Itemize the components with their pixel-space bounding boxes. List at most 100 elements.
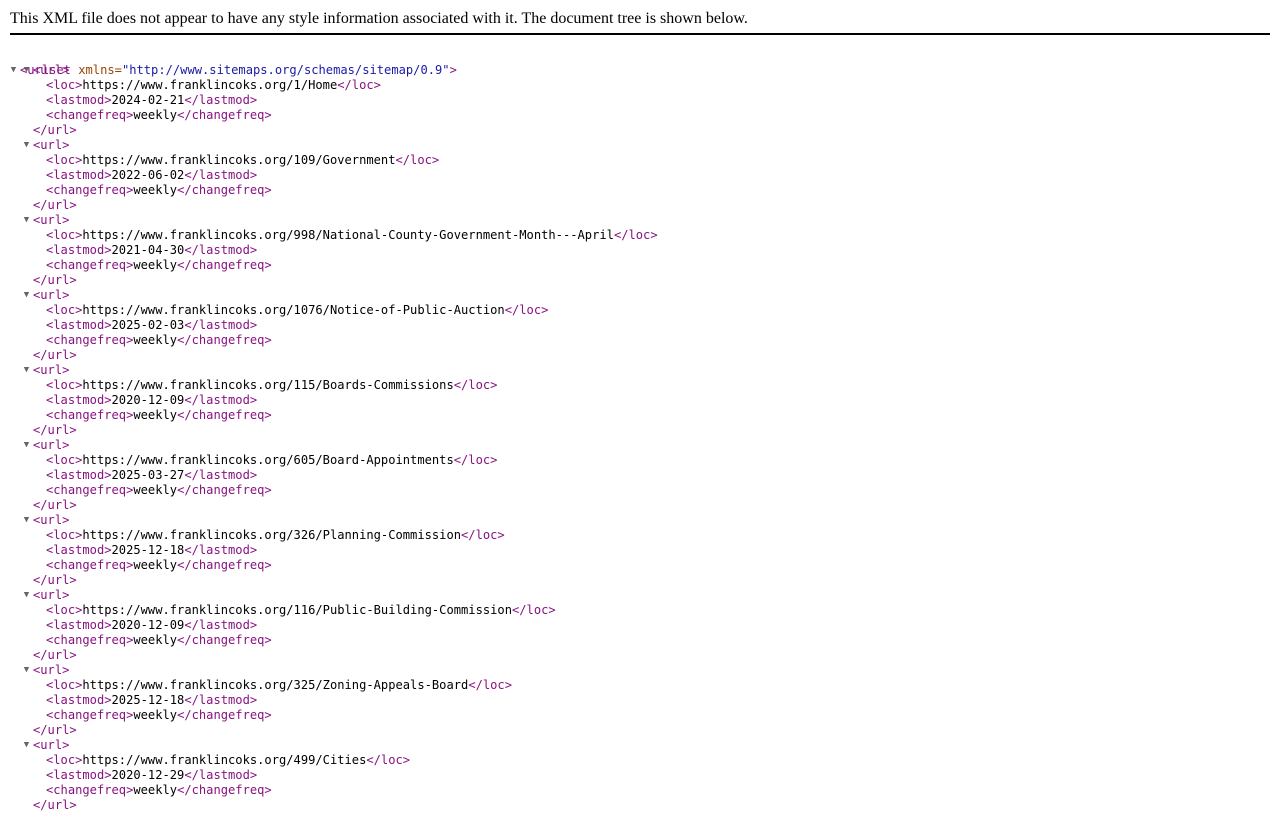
url-open-tag: <url> xyxy=(33,663,70,677)
changefreq-value: weekly xyxy=(133,333,178,347)
loc-value: https://www.franklincoks.org/605/Board-A… xyxy=(82,453,454,467)
collapse-url-toggle-icon[interactable]: ▼ xyxy=(22,63,31,78)
loc-open-tag: <loc> xyxy=(46,228,83,242)
xml-document-tree: ▼ <urlset xmlns="http://www.sitemaps.org/… xyxy=(0,48,1280,813)
changefreq-value: weekly xyxy=(133,558,178,572)
changefreq-open-tag: <changefreq> xyxy=(46,783,134,797)
changefreq-line: <changefreq>weekly</changefreq> xyxy=(0,408,1280,423)
loc-open-tag: <loc> xyxy=(46,453,83,467)
loc-open-tag: <loc> xyxy=(46,603,83,617)
url-close-tag: </url> xyxy=(33,273,77,287)
loc-value: https://www.franklincoks.org/326/Plannin… xyxy=(82,528,462,542)
lastmod-close-tag: </lastmod> xyxy=(184,693,258,707)
lastmod-open-tag: <lastmod> xyxy=(46,93,112,107)
url-close-tag: </url> xyxy=(33,198,77,212)
lastmod-close-tag: </lastmod> xyxy=(184,618,258,632)
loc-value: https://www.franklincoks.org/115/Boards-… xyxy=(82,378,454,392)
url-close-line: </url> xyxy=(0,723,1280,738)
url-open-line: ▼ <url> xyxy=(0,738,1280,753)
url-open-tag: <url> xyxy=(33,438,70,452)
lastmod-line: <lastmod>2020-12-09</lastmod> xyxy=(0,393,1280,408)
lastmod-value: 2025-02-03 xyxy=(111,318,185,332)
loc-open-tag: <loc> xyxy=(46,528,83,542)
changefreq-close-tag: </changefreq> xyxy=(177,483,272,497)
changefreq-value: weekly xyxy=(133,633,178,647)
lastmod-line: <lastmod>2025-03-27</lastmod> xyxy=(0,468,1280,483)
collapse-url-toggle-icon[interactable]: ▼ xyxy=(22,363,31,378)
url-open-line: ▼ <url> xyxy=(0,213,1280,228)
url-open-line: ▼ <url> xyxy=(0,438,1280,453)
url-open-line: ▼ <url> xyxy=(0,513,1280,528)
changefreq-open-tag: <changefreq> xyxy=(46,558,134,572)
loc-line: <loc>https://www.franklincoks.org/109/Go… xyxy=(0,153,1280,168)
url-entry: ▼ <url> <loc>https://www.franklincoks.org/… xyxy=(0,663,1280,738)
url-open-tag: <url> xyxy=(33,63,70,77)
changefreq-close-tag: </changefreq> xyxy=(177,558,272,572)
url-open-line: ▼ <url> xyxy=(0,138,1280,153)
changefreq-open-tag: <changefreq> xyxy=(46,183,134,197)
loc-value: https://www.franklincoks.org/499/Cities xyxy=(82,753,367,767)
lastmod-value: 2025-12-18 xyxy=(111,543,185,557)
changefreq-value: weekly xyxy=(133,183,178,197)
lastmod-value: 2024-02-21 xyxy=(111,93,185,107)
changefreq-line: <changefreq>weekly</changefreq> xyxy=(0,483,1280,498)
loc-open-tag: <loc> xyxy=(46,153,83,167)
lastmod-value: 2020-12-29 xyxy=(111,768,185,782)
url-open-tag: <url> xyxy=(33,588,70,602)
url-entries: ▼ <url> <loc>https://www.franklincoks.org/… xyxy=(0,63,1280,813)
changefreq-close-tag: </changefreq> xyxy=(177,633,272,647)
lastmod-line: <lastmod>2020-12-09</lastmod> xyxy=(0,618,1280,633)
collapse-url-toggle-icon[interactable]: ▼ xyxy=(22,138,31,153)
changefreq-value: weekly xyxy=(133,708,178,722)
changefreq-value: weekly xyxy=(133,408,178,422)
url-close-line: </url> xyxy=(0,198,1280,213)
lastmod-value: 2020-12-09 xyxy=(111,393,185,407)
loc-close-tag: </loc> xyxy=(366,753,411,767)
lastmod-open-tag: <lastmod> xyxy=(46,243,112,257)
lastmod-value: 2020-12-09 xyxy=(111,618,185,632)
lastmod-open-tag: <lastmod> xyxy=(46,468,112,482)
lastmod-close-tag: </lastmod> xyxy=(184,243,258,257)
lastmod-open-tag: <lastmod> xyxy=(46,543,112,557)
url-entry: ▼ <url> <loc>https://www.franklincoks.org/… xyxy=(0,513,1280,588)
url-close-tag: </url> xyxy=(33,123,77,137)
loc-line: <loc>https://www.franklincoks.org/325/Zo… xyxy=(0,678,1280,693)
changefreq-value: weekly xyxy=(133,258,178,272)
loc-open-tag: <loc> xyxy=(46,303,83,317)
collapse-url-toggle-icon[interactable]: ▼ xyxy=(22,513,31,528)
loc-open-tag: <loc> xyxy=(46,78,83,92)
changefreq-open-tag: <changefreq> xyxy=(46,633,134,647)
url-close-tag: </url> xyxy=(33,423,77,437)
url-open-tag: <url> xyxy=(33,513,70,527)
lastmod-close-tag: </lastmod> xyxy=(184,393,258,407)
loc-close-tag: </loc> xyxy=(613,228,658,242)
collapse-url-toggle-icon[interactable]: ▼ xyxy=(22,288,31,303)
url-open-line: ▼ <url> xyxy=(0,288,1280,303)
url-open-line: ▼ <url> xyxy=(0,363,1280,378)
url-entry: ▼ <url> <loc>https://www.franklincoks.org/… xyxy=(0,288,1280,363)
loc-close-tag: </loc> xyxy=(337,78,381,92)
collapse-url-toggle-icon[interactable]: ▼ xyxy=(22,438,31,453)
lastmod-line: <lastmod>2025-12-18</lastmod> xyxy=(0,693,1280,708)
urlset-open-line: ▼ <urlset xmlns="http://www.sitemaps.org/… xyxy=(0,48,1280,77)
url-open-line: ▼ <url> xyxy=(0,588,1280,603)
changefreq-open-tag: <changefreq> xyxy=(46,333,134,347)
url-close-line: </url> xyxy=(0,798,1280,813)
url-close-line: </url> xyxy=(0,498,1280,513)
url-open-tag: <url> xyxy=(33,138,70,152)
collapse-url-toggle-icon[interactable]: ▼ xyxy=(22,738,31,753)
changefreq-line: <changefreq>weekly</changefreq> xyxy=(0,333,1280,348)
loc-line: <loc>https://www.franklincoks.org/605/Bo… xyxy=(0,453,1280,468)
changefreq-close-tag: </changefreq> xyxy=(177,333,272,347)
collapse-url-toggle-icon[interactable]: ▼ xyxy=(22,213,31,228)
lastmod-line: <lastmod>2022-06-02</lastmod> xyxy=(0,168,1280,183)
changefreq-open-tag: <changefreq> xyxy=(46,258,134,272)
lastmod-line: <lastmod>2020-12-29</lastmod> xyxy=(0,768,1280,783)
lastmod-close-tag: </lastmod> xyxy=(184,318,258,332)
url-close-line: </url> xyxy=(0,573,1280,588)
collapse-url-toggle-icon[interactable]: ▼ xyxy=(22,663,31,678)
changefreq-value: weekly xyxy=(133,108,178,122)
url-open-line: ▼ <url> xyxy=(0,663,1280,678)
collapse-url-toggle-icon[interactable]: ▼ xyxy=(22,588,31,603)
url-close-tag: </url> xyxy=(33,798,77,812)
